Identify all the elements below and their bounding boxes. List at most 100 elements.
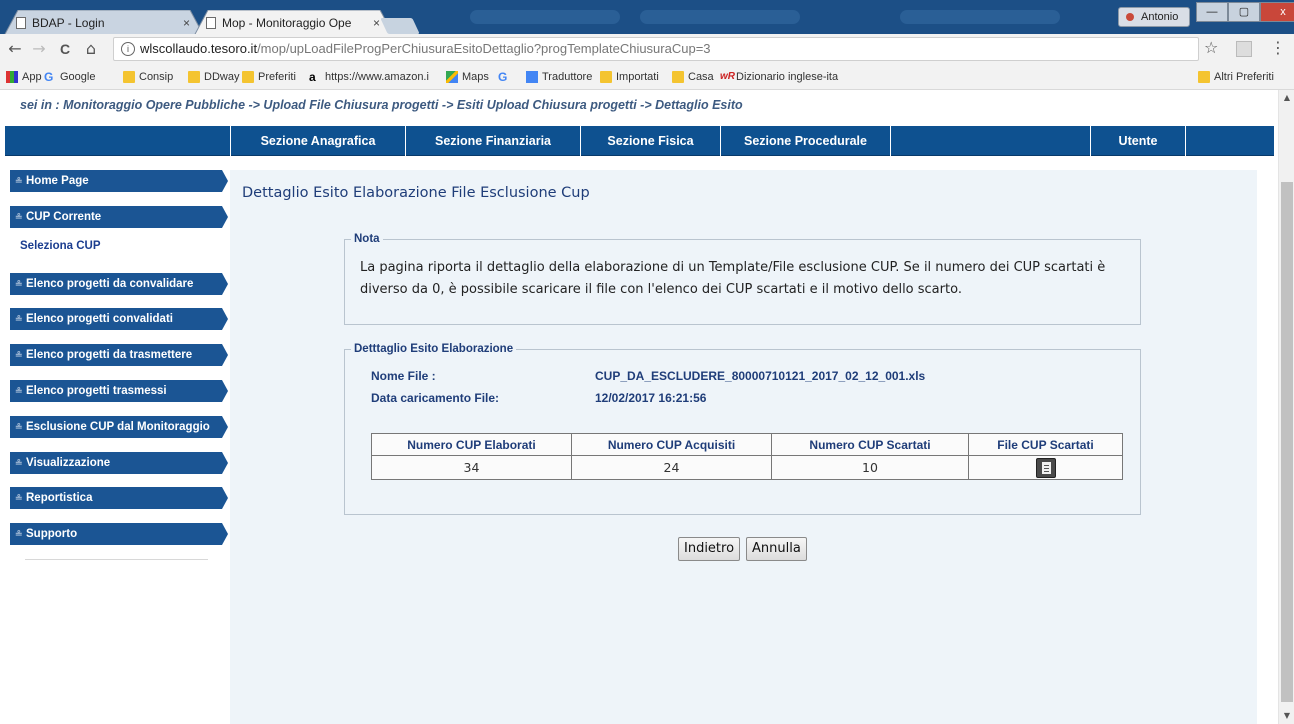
indietro-button[interactable]: Indietro <box>678 537 741 561</box>
window-title-blur <box>640 10 800 24</box>
download-file-icon[interactable] <box>1035 457 1056 478</box>
sidebar-item-home-page[interactable]: ≗ Home Page <box>10 170 228 192</box>
user-bullet-icon: ≗ <box>15 422 23 432</box>
forward-arrow-icon[interactable]: → <box>28 38 50 60</box>
cell-cup-scartati: 10 <box>771 455 969 480</box>
user-bullet-icon: ≗ <box>15 458 23 468</box>
nota-fieldset: Nota La pagina riporta il dettaglio dell… <box>344 233 1141 325</box>
sidebar-item-visualizzazione[interactable]: ≗ Visualizzazione <box>10 452 228 474</box>
folder-icon <box>672 71 684 83</box>
page-icon <box>206 17 216 29</box>
sidebar-item-cup-corrente[interactable]: ≗ CUP Corrente <box>10 206 228 228</box>
bookmark-google[interactable]: G Google <box>44 69 95 85</box>
apps-icon <box>6 71 18 83</box>
menu-dots-icon[interactable]: ⋮ <box>1270 38 1286 57</box>
table-row: 34 24 10 <box>371 455 1123 480</box>
bookmark-traduttore[interactable]: Traduttore <box>526 69 592 85</box>
user-bullet-icon: ≗ <box>15 176 23 186</box>
bookmark-label: Traduttore <box>542 71 593 83</box>
nav-utente[interactable]: Utente <box>1090 126 1185 156</box>
profile-name: Antonio <box>1141 11 1179 23</box>
breadcrumb: sei in : Monitoraggio Opere Pubbliche ->… <box>20 98 743 112</box>
sidebar-item-label: Supporto <box>26 528 78 540</box>
browser-titlebar: BDAP - Login × Mop - Monitoraggio Ope × … <box>0 0 1294 36</box>
tab-mop-monitoraggio[interactable]: Mop - Monitoraggio Ope × <box>194 10 394 36</box>
header-cup-scartati: Numero CUP Scartati <box>771 433 969 456</box>
esito-table: Numero CUP Elaborati Numero CUP Acquisit… <box>371 433 1123 480</box>
bookmark-google-2[interactable]: G <box>498 69 514 85</box>
profile-button[interactable]: Antonio <box>1118 7 1190 27</box>
tab-label: BDAP - Login <box>32 16 105 30</box>
bookmark-label: Casa <box>688 71 714 83</box>
close-tab-icon[interactable]: × <box>183 10 190 36</box>
sidebar-item-reportistica[interactable]: ≗ Reportistica <box>10 487 228 509</box>
info-icon[interactable]: i <box>121 42 135 56</box>
new-tab-button[interactable] <box>380 18 420 34</box>
bookmark-importati[interactable]: Importati <box>600 69 659 85</box>
extension-icon[interactable] <box>1236 41 1252 57</box>
bookmark-amazon[interactable]: a https://www.amazon.i <box>309 69 429 85</box>
window-controls: — ▢ x <box>1196 2 1294 24</box>
close-window-button[interactable]: x <box>1260 2 1294 22</box>
address-bar[interactable]: i wlscollaudo.tesoro.it/mop/upLoadFilePr… <box>113 37 1199 61</box>
table-header-row: Numero CUP Elaborati Numero CUP Acquisit… <box>371 433 1123 456</box>
bookmark-casa[interactable]: Casa <box>672 69 714 85</box>
sidebar-item-label: Elenco progetti da convalidare <box>26 278 194 290</box>
cell-cup-acquisiti: 24 <box>571 455 772 480</box>
nav-sezione-anagrafica[interactable]: Sezione Anagrafica <box>230 126 405 156</box>
scroll-up-arrow-icon[interactable]: ▲ <box>1279 90 1294 106</box>
nav-sezione-fisica[interactable]: Sezione Fisica <box>580 126 720 156</box>
bookmark-dizionario[interactable]: wR Dizionario inglese-ita <box>720 69 838 85</box>
header-cup-acquisiti: Numero CUP Acquisiti <box>571 433 772 456</box>
minimize-button[interactable]: — <box>1196 2 1228 22</box>
sidebar-item-elenco-da-convalidare[interactable]: ≗ Elenco progetti da convalidare <box>10 273 228 295</box>
bookmark-altri-preferiti[interactable]: Altri Preferiti <box>1198 69 1274 85</box>
sidebar-item-label: Visualizzazione <box>26 457 111 469</box>
sidebar-item-elenco-trasmessi[interactable]: ≗ Elenco progetti trasmessi <box>10 380 228 402</box>
sidebar-item-supporto[interactable]: ≗ Supporto <box>10 523 228 545</box>
header-cup-elaborati: Numero CUP Elaborati <box>371 433 572 456</box>
close-tab-icon[interactable]: × <box>373 10 380 36</box>
bookmark-maps[interactable]: Maps <box>446 69 489 85</box>
nome-file-value: CUP_DA_ESCLUDERE_80000710121_2017_02_12_… <box>595 369 926 383</box>
sidebar-item-esclusione-cup[interactable]: ≗ Esclusione CUP dal Monitoraggio <box>10 416 228 438</box>
folder-icon <box>123 71 135 83</box>
sidebar-item-elenco-convalidati[interactable]: ≗ Elenco progetti convalidati <box>10 308 228 330</box>
bookmark-ddway[interactable]: DDway <box>188 69 239 85</box>
maximize-button[interactable]: ▢ <box>1228 2 1260 22</box>
google-icon: G <box>498 70 508 84</box>
back-arrow-icon[interactable]: ← <box>4 38 26 60</box>
bookmark-label: App <box>22 71 42 83</box>
home-icon[interactable]: ⌂ <box>80 38 102 60</box>
nav-divider <box>1185 126 1186 156</box>
bookmark-label: Preferiti <box>258 71 296 83</box>
user-bullet-icon: ≗ <box>15 493 23 503</box>
user-bullet-icon: ≗ <box>15 314 23 324</box>
user-bullet-icon: ≗ <box>15 279 23 289</box>
sidebar-item-elenco-da-trasmettere[interactable]: ≗ Elenco progetti da trasmettere <box>10 344 228 366</box>
nav-sezione-finanziaria[interactable]: Sezione Finanziaria <box>405 126 580 156</box>
bookmark-star-icon[interactable]: ☆ <box>1204 38 1218 57</box>
scroll-thumb[interactable] <box>1281 182 1293 702</box>
tab-bdap-login[interactable]: BDAP - Login × <box>4 10 204 36</box>
nav-sezione-procedurale[interactable]: Sezione Procedurale <box>720 126 890 156</box>
sidebar-link-seleziona-cup[interactable]: Seleziona CUP <box>20 240 101 252</box>
user-bullet-icon: ≗ <box>15 350 23 360</box>
reload-icon[interactable]: C <box>54 38 76 60</box>
page-title: Dettaglio Esito Elaborazione File Esclus… <box>242 185 590 201</box>
bookmark-preferiti[interactable]: Preferiti <box>242 69 296 85</box>
header-file-cup-scartati: File CUP Scartati <box>968 433 1123 456</box>
folder-icon <box>600 71 612 83</box>
bookmark-app[interactable]: App <box>6 69 42 85</box>
folder-icon <box>242 71 254 83</box>
data-caricamento-label: Data caricamento File: <box>371 391 500 405</box>
annulla-button[interactable]: Annulla <box>746 537 807 561</box>
bookmark-label: Importati <box>616 71 659 83</box>
scroll-down-arrow-icon[interactable]: ▼ <box>1279 708 1294 724</box>
vertical-scrollbar[interactable]: ▲ ▼ <box>1278 90 1294 724</box>
main-navigation: Sezione Anagrafica Sezione Finanziaria S… <box>5 126 1274 156</box>
bookmark-consip[interactable]: Consip <box>123 69 173 85</box>
sidebar-item-label: Home Page <box>26 175 89 187</box>
bookmark-label: Google <box>60 71 96 83</box>
sidebar-divider <box>25 559 208 560</box>
